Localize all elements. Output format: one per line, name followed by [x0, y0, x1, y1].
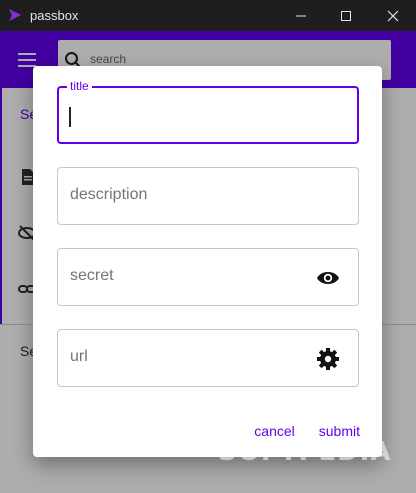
app-logo-icon — [9, 9, 21, 21]
description-placeholder: description — [70, 186, 148, 203]
maximize-button[interactable] — [323, 0, 369, 31]
secret-placeholder: secret — [70, 267, 114, 284]
text-caret — [69, 107, 71, 127]
window-title: passbox — [30, 8, 79, 23]
minimize-button[interactable] — [278, 0, 324, 31]
new-entry-dialog: title description secret url cancel subm… — [33, 66, 382, 457]
maximize-icon — [341, 10, 351, 21]
url-placeholder: url — [70, 348, 88, 365]
close-icon — [387, 10, 399, 21]
softpedia-watermark: SOFTPEDIA — [218, 437, 392, 467]
secret-field[interactable]: secret — [57, 248, 359, 306]
title-field-label: title — [67, 79, 92, 93]
window-titlebar: passbox — [0, 0, 416, 31]
description-field[interactable]: description — [57, 167, 359, 225]
eye-icon[interactable] — [316, 266, 340, 290]
close-button[interactable] — [370, 0, 416, 31]
url-field[interactable]: url — [57, 329, 359, 387]
gear-icon[interactable] — [316, 347, 340, 371]
minimize-icon — [296, 15, 306, 16]
title-field[interactable]: title — [57, 79, 359, 144]
